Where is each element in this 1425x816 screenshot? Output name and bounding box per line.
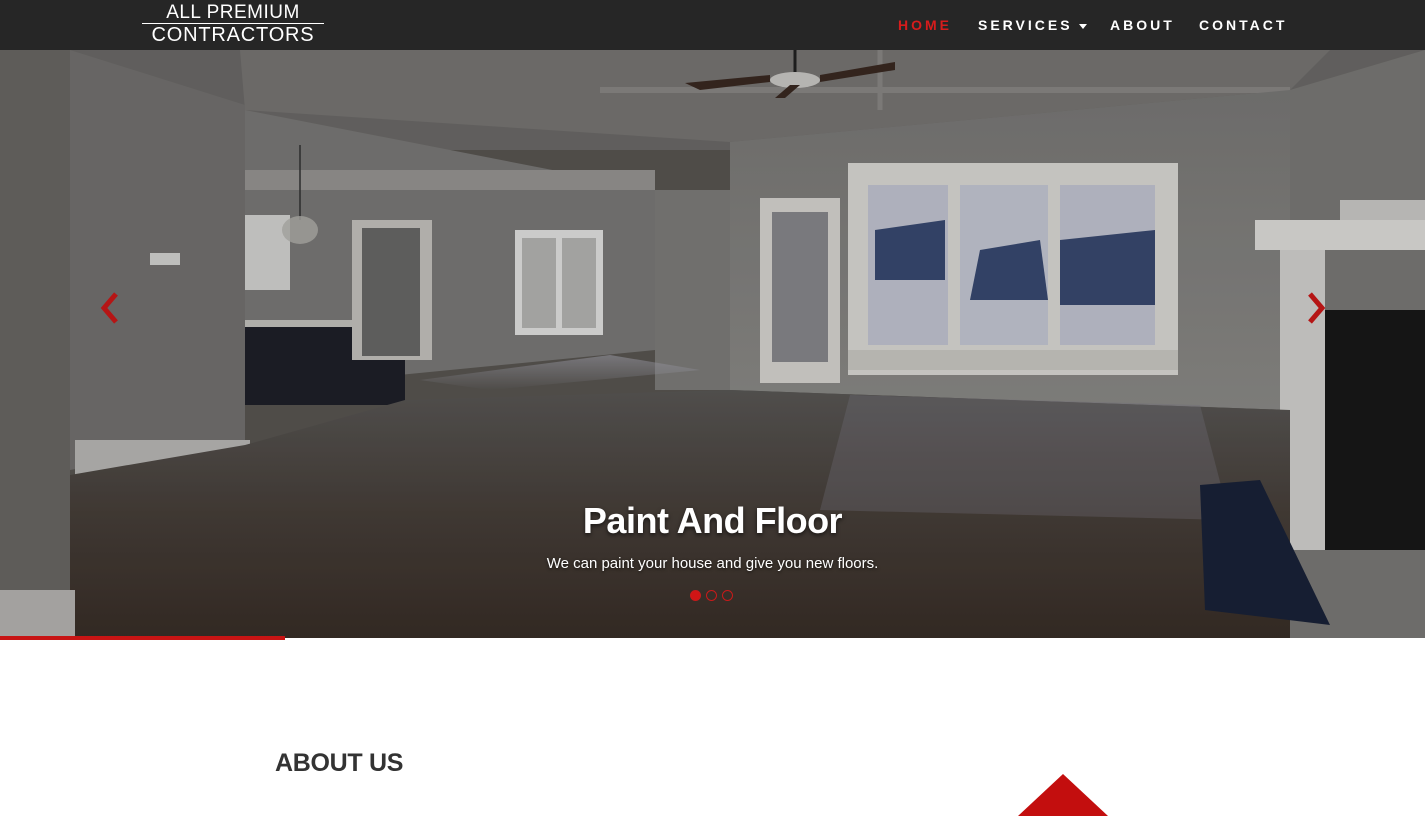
chevron-left-icon [100, 292, 118, 324]
carousel-caption-title: Paint And Floor [582, 500, 843, 541]
roof-icon [1018, 774, 1108, 816]
carousel-indicator-3[interactable] [722, 590, 733, 601]
nav-about[interactable]: ABOUT [1110, 17, 1175, 33]
navbar: ALL PREMIUM CONTRACTORS HOME SERVICES AB… [0, 0, 1425, 50]
carousel-caption-text: We can paint your house and give you new… [546, 555, 879, 572]
carousel-indicator-2[interactable] [706, 590, 717, 601]
caret-down-icon [1078, 23, 1087, 29]
logo-line-1: ALL PREMIUM [166, 2, 300, 23]
nav-services[interactable]: SERVICES [978, 17, 1087, 33]
carousel-indicator-1[interactable] [690, 590, 701, 601]
chevron-right-icon [1308, 292, 1326, 324]
hero-overlay [0, 50, 1425, 638]
hero-carousel: Paint And Floor We can paint your house … [0, 50, 1425, 638]
nav-services-label: SERVICES [978, 17, 1073, 33]
logo[interactable]: ALL PREMIUM CONTRACTORS [142, 2, 324, 46]
carousel-next-button[interactable] [1302, 288, 1330, 328]
nav-home[interactable]: HOME [898, 17, 952, 33]
carousel-prev-button[interactable] [96, 288, 124, 328]
about-body-cutoff [275, 808, 695, 816]
carousel-progress-bar [0, 636, 285, 640]
nav-contact[interactable]: CONTACT [1199, 17, 1287, 33]
about-title: ABOUT US [275, 749, 404, 777]
logo-line-2: CONTRACTORS [151, 24, 315, 46]
